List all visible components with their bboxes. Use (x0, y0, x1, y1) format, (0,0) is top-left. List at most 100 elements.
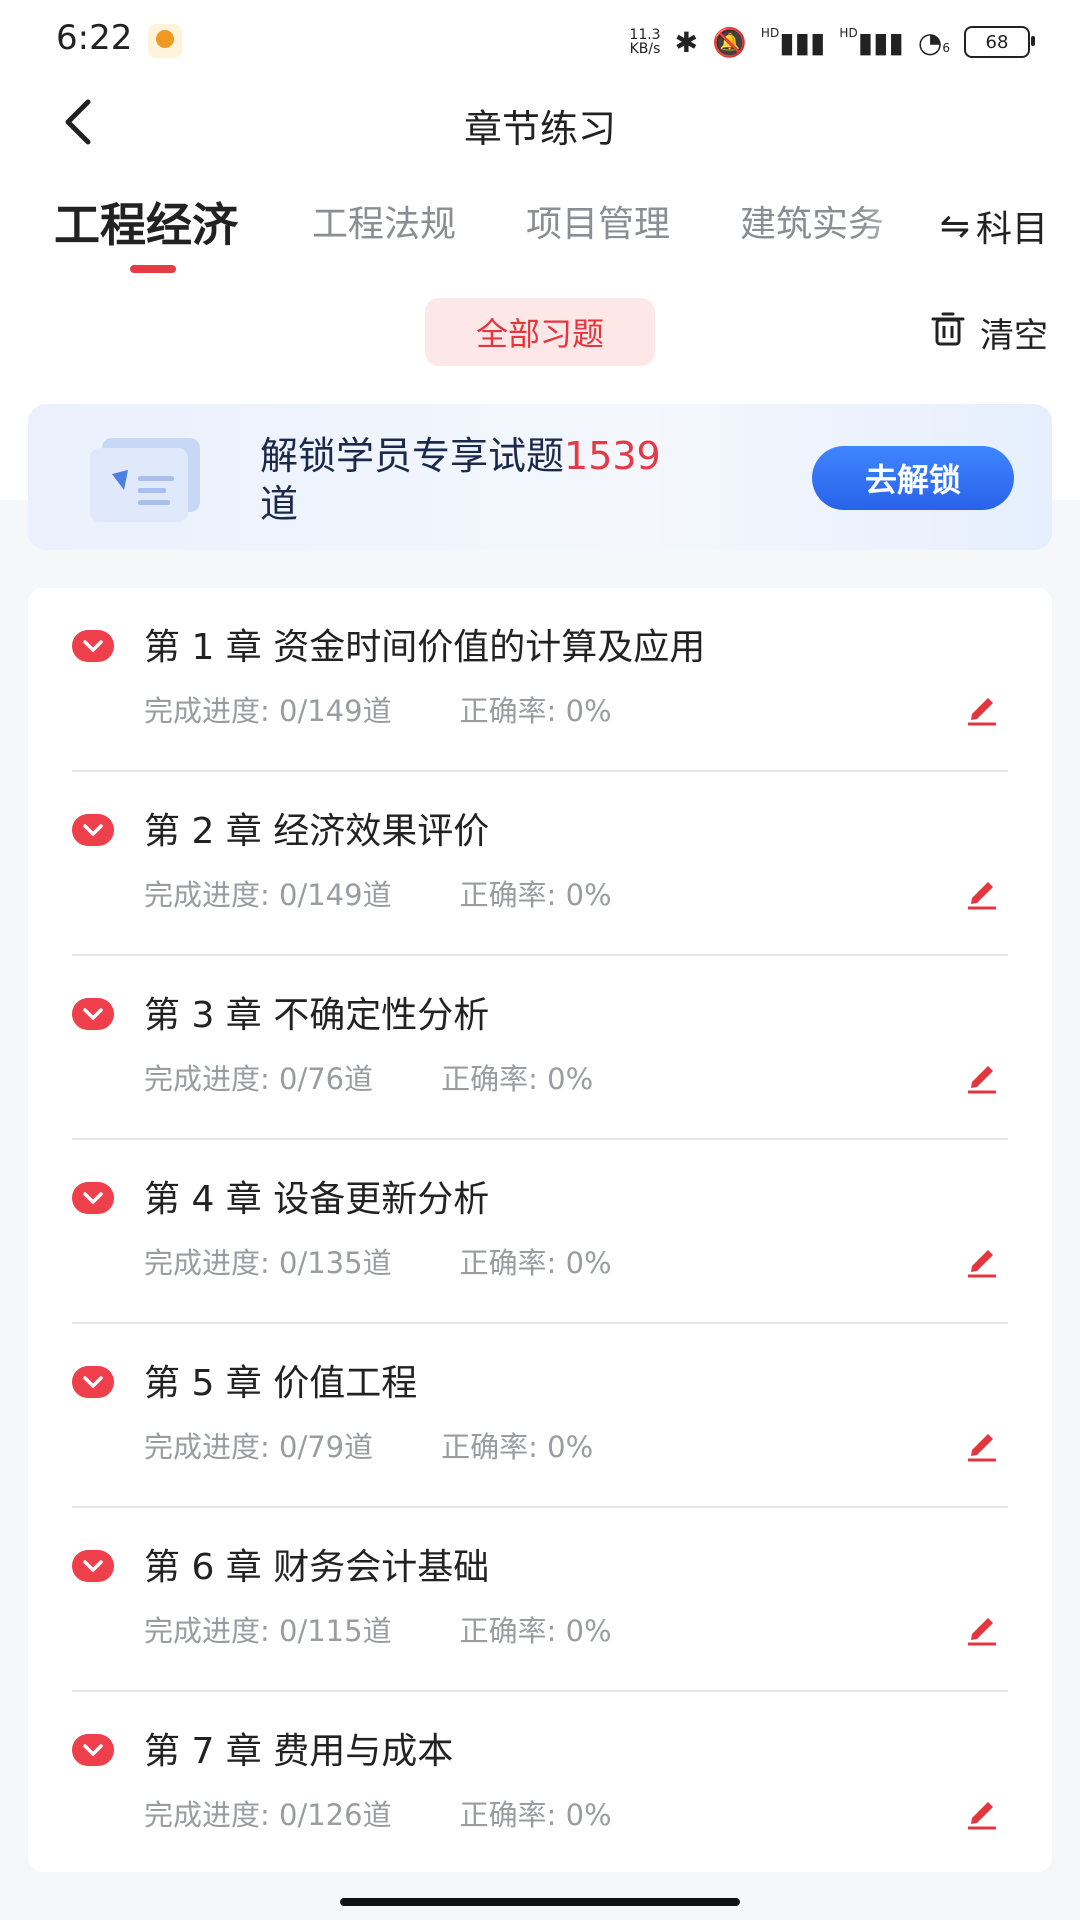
certificate-illustration-icon (84, 430, 204, 526)
signal-icon: HD▮▮▮ (760, 25, 826, 59)
progress-value: 0/115道 (279, 1614, 392, 1648)
accuracy-label: 正确率: (459, 1798, 557, 1832)
chapter-stats: 完成进度: 0/126道 正确率: 0% (144, 1792, 612, 1834)
tab-engineering-economics[interactable]: 工程经济 (54, 189, 238, 255)
mute-icon: 🔕 (712, 25, 747, 59)
clear-button[interactable]: 清空 (928, 308, 1048, 357)
accuracy-label: 正确率: (459, 1614, 557, 1648)
practice-edit-button[interactable] (962, 1424, 1002, 1464)
wifi-icon: ◔6 (917, 25, 950, 59)
chapter-title: 第 4 章 设备更新分析 (144, 1179, 490, 1220)
unlock-banner: 解锁学员专享试题1539 道 去解锁 (28, 404, 1052, 550)
practice-edit-button[interactable] (962, 1056, 1002, 1096)
battery-level: 68 (985, 31, 1009, 53)
pencil-icon (968, 698, 996, 726)
progress-value: 0/76道 (279, 1062, 374, 1096)
pencil-icon (968, 1066, 996, 1094)
chevron-down-icon[interactable] (72, 630, 114, 662)
chapter-row[interactable]: 第 6 章 财务会计基础 完成进度: 0/115道 正确率: 0% (28, 1508, 1052, 1692)
unlock-button[interactable]: 去解锁 (812, 446, 1014, 510)
signal-label: HD (839, 25, 858, 40)
chapter-row[interactable]: 第 7 章 费用与成本 完成进度: 0/126道 正确率: 0% (28, 1692, 1052, 1876)
progress-value: 0/79道 (279, 1430, 374, 1464)
banner-text-unit: 道 (260, 482, 299, 526)
chapter-row[interactable]: 第 3 章 不确定性分析 完成进度: 0/76道 正确率: 0% (28, 956, 1052, 1140)
chevron-down-icon[interactable] (72, 1550, 114, 1582)
tab-fade (860, 190, 940, 260)
chevron-down-icon[interactable] (72, 1734, 114, 1766)
chapter-list: 第 1 章 资金时间价值的计算及应用 完成进度: 0/149道 正确率: 0% 第… (28, 588, 1052, 1872)
chapter-title: 第 6 章 财务会计基础 (144, 1547, 490, 1588)
progress-label: 完成进度: (144, 878, 270, 912)
trash-icon (928, 308, 968, 357)
pencil-icon (968, 882, 996, 910)
progress-label: 完成进度: (144, 1246, 270, 1280)
practice-edit-button[interactable] (962, 688, 1002, 728)
accuracy-value: 0% (565, 1614, 612, 1648)
chapter-title: 第 5 章 价值工程 (144, 1363, 418, 1404)
tab-engineering-regulations[interactable]: 工程法规 (312, 195, 456, 247)
banner-question-count: 1539 (564, 434, 661, 478)
chapter-row[interactable]: 第 5 章 价值工程 完成进度: 0/79道 正确率: 0% (28, 1324, 1052, 1508)
chapter-stats: 完成进度: 0/79道 正确率: 0% (144, 1424, 593, 1466)
pencil-icon (968, 1802, 996, 1830)
pencil-icon (968, 1618, 996, 1646)
progress-label: 完成进度: (144, 694, 270, 728)
tab-project-management[interactable]: 项目管理 (526, 195, 670, 247)
accuracy-label: 正确率: (459, 1246, 557, 1280)
bluetooth-icon: ✱ (674, 25, 699, 59)
chevron-down-icon[interactable] (72, 1366, 114, 1398)
signal-icon: HD▮▮▮ (839, 25, 904, 59)
page-title: 章节练习 (463, 107, 616, 151)
accuracy-value: 0% (565, 878, 612, 912)
network-speed: 11.3 KB/s (629, 28, 660, 56)
progress-value: 0/149道 (279, 694, 392, 728)
accuracy-value: 0% (565, 694, 612, 728)
home-indicator[interactable] (340, 1898, 740, 1906)
progress-value: 0/126道 (279, 1798, 392, 1832)
progress-label: 完成进度: (144, 1062, 270, 1096)
status-time: 6:22 (56, 18, 133, 58)
subject-switch-button[interactable]: ⇋ 科目 (939, 200, 1048, 252)
chapter-row[interactable]: 第 1 章 资金时间价值的计算及应用 完成进度: 0/149道 正确率: 0% (28, 588, 1052, 772)
wifi-label: 6 (942, 40, 950, 55)
chapter-stats: 完成进度: 0/149道 正确率: 0% (144, 688, 612, 730)
accuracy-label: 正确率: (441, 1430, 538, 1464)
network-speed-unit: KB/s (629, 41, 661, 57)
chapter-stats: 完成进度: 0/149道 正确率: 0% (144, 872, 612, 914)
status-icons: 11.3 KB/s ✱ 🔕 HD▮▮▮ HD▮▮▮ ◔6 68 (629, 22, 1035, 62)
status-bar: 6:22 11.3 KB/s ✱ 🔕 HD▮▮▮ HD▮▮▮ ◔6 68 (0, 0, 1080, 80)
chevron-down-icon[interactable] (72, 814, 114, 846)
chapter-row[interactable]: 第 2 章 经济效果评价 完成进度: 0/149道 正确率: 0% (28, 772, 1052, 956)
chapter-title: 第 7 章 费用与成本 (144, 1731, 454, 1772)
chevron-down-icon[interactable] (72, 998, 114, 1030)
accuracy-value: 0% (547, 1062, 594, 1096)
progress-value: 0/149道 (279, 878, 392, 912)
accuracy-label: 正确率: (459, 878, 557, 912)
progress-label: 完成进度: (144, 1430, 270, 1464)
practice-edit-button[interactable] (962, 1792, 1002, 1832)
chapter-stats: 完成进度: 0/115道 正确率: 0% (144, 1608, 612, 1650)
subject-switch-label: 科目 (975, 209, 1048, 250)
practice-edit-button[interactable] (962, 1608, 1002, 1648)
accuracy-label: 正确率: (459, 694, 557, 728)
banner-text-main: 解锁学员专享试题 (260, 434, 565, 478)
chapter-title: 第 2 章 经济效果评价 (144, 811, 490, 852)
pencil-icon (968, 1434, 996, 1462)
app-notification-icon (148, 24, 182, 58)
battery-icon: 68 (964, 26, 1035, 58)
practice-edit-button[interactable] (962, 1240, 1002, 1280)
clear-label: 清空 (980, 316, 1048, 356)
progress-value: 0/135道 (279, 1246, 392, 1280)
chapter-row[interactable]: 第 4 章 设备更新分析 完成进度: 0/135道 正确率: 0% (28, 1140, 1052, 1324)
progress-label: 完成进度: (144, 1798, 270, 1832)
accuracy-value: 0% (547, 1430, 594, 1464)
chevron-down-icon[interactable] (72, 1182, 114, 1214)
practice-edit-button[interactable] (962, 872, 1002, 912)
all-questions-filter[interactable]: 全部习题 (425, 298, 655, 366)
unlock-banner-text: 解锁学员专享试题1539 道 (260, 432, 780, 528)
chapter-stats: 完成进度: 0/135道 正确率: 0% (144, 1240, 612, 1282)
signal-label: HD (760, 25, 780, 40)
active-tab-indicator (130, 265, 176, 273)
progress-label: 完成进度: (144, 1614, 270, 1648)
